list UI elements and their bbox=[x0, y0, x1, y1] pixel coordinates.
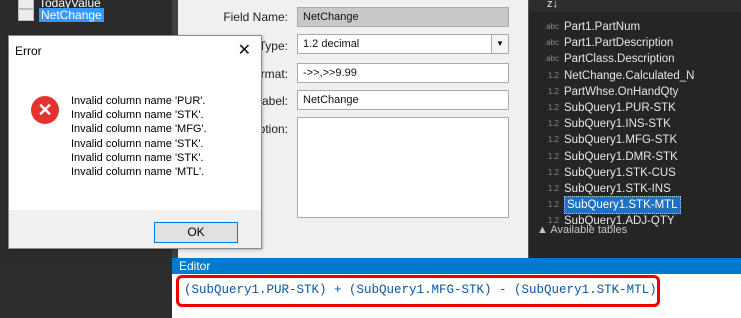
ok-button[interactable]: OK bbox=[154, 222, 238, 243]
type-select[interactable]: 1.2 decimal ▼ bbox=[297, 34, 509, 54]
column-name: SubQuery1.DMR-STK bbox=[564, 150, 678, 163]
column-item[interactable]: 1.2 SubQuery1.INS-STK bbox=[535, 116, 671, 132]
dialog-title: Error bbox=[15, 44, 42, 58]
column-item[interactable]: 1.2 SubQuery1.STK-MTL bbox=[535, 196, 681, 215]
format-input[interactable]: ->>,>>9.99 bbox=[297, 63, 509, 83]
sort-bar: z↓ bbox=[529, 0, 741, 12]
column-name: SubQuery1.MFG-STK bbox=[564, 134, 678, 147]
column-name: PartClass.Description bbox=[564, 53, 675, 66]
column-item[interactable]: 1.2 SubQuery1.DMR-STK bbox=[535, 149, 678, 165]
type-icon: 1.2 bbox=[547, 151, 559, 161]
column-item[interactable]: 1.2 NetChange.Calculated_N bbox=[535, 68, 695, 84]
type-icon: 1.2 bbox=[547, 184, 559, 193]
highlight-frame bbox=[176, 275, 660, 307]
type-icon: 1.2 bbox=[547, 135, 559, 145]
type-value: 1.2 decimal bbox=[303, 38, 360, 50]
error-line: Invalid column name 'STK'. bbox=[71, 151, 204, 164]
error-line: Invalid column name 'STK'. bbox=[71, 137, 204, 150]
available-columns-panel: z↓ abc Part1.PartNum abc Part1.PartDescript… bbox=[528, 0, 741, 258]
tree-item-label: NetChange bbox=[39, 8, 104, 22]
column-name: SubQuery1.STK-MTL bbox=[564, 196, 681, 215]
type-icon: 1.2 bbox=[547, 86, 559, 96]
column-item[interactable]: 1.2 SubQuery1.STK-CUS bbox=[535, 165, 676, 181]
column-name: Part1.PartDescription bbox=[564, 37, 674, 50]
type-icon: 1.2 bbox=[547, 103, 559, 112]
error-line: Invalid column name 'PUR'. bbox=[71, 95, 206, 107]
chevron-down-icon[interactable]: ▼ bbox=[491, 35, 508, 53]
sort-icon[interactable]: z↓ bbox=[547, 0, 558, 10]
field-name-label: Field Name: bbox=[223, 10, 288, 24]
type-icon: 1.2 bbox=[547, 167, 559, 177]
column-name: SubQuery1.PUR-STK bbox=[564, 102, 676, 114]
available-tables-header[interactable]: ▲ Available tables bbox=[537, 224, 627, 236]
column-name: PartWhse.OnHandQty bbox=[564, 85, 679, 98]
column-item[interactable]: 1.2 SubQuery1.STK-INS bbox=[535, 181, 671, 197]
label-input[interactable]: NetChange bbox=[297, 90, 509, 110]
column-name: SubQuery1.STK-INS bbox=[564, 183, 671, 195]
available-tables-label: Available tables bbox=[550, 224, 628, 236]
column-item[interactable]: 1.2 SubQuery1.PUR-STK bbox=[535, 100, 676, 116]
error-dialog: Error ✕ ✕ Invalid column name 'PUR'. Inva… bbox=[8, 35, 262, 249]
editor-header: Editor bbox=[172, 258, 741, 274]
description-textarea[interactable] bbox=[297, 117, 509, 218]
column-item[interactable]: 1.2 SubQuery1.MFG-STK bbox=[535, 132, 677, 148]
type-icon: abc bbox=[546, 54, 559, 64]
type-icon: abc bbox=[546, 22, 559, 31]
field-icon bbox=[18, 9, 34, 21]
tree-item-netchange[interactable]: NetChange bbox=[18, 8, 104, 22]
column-name: SubQuery1.STK-CUS bbox=[564, 166, 676, 179]
error-line: Invalid column name 'MTL'. bbox=[71, 166, 205, 179]
dialog-message: Invalid column name 'PUR'. Invalid column… bbox=[71, 94, 207, 179]
close-icon[interactable]: ✕ bbox=[238, 40, 251, 60]
column-item[interactable]: abc Part1.PartNum bbox=[535, 19, 640, 35]
editor-title: Editor bbox=[179, 259, 211, 273]
type-icon: 1.2 bbox=[547, 200, 559, 210]
column-item[interactable]: abc PartClass.Description bbox=[535, 51, 675, 67]
type-icon: abc bbox=[546, 38, 559, 48]
field-name-input[interactable]: NetChange bbox=[297, 7, 509, 27]
error-icon: ✕ bbox=[31, 96, 59, 124]
column-item[interactable]: abc Part1.PartDescription bbox=[535, 35, 673, 51]
type-icon: 1.2 bbox=[547, 70, 559, 80]
chevron-up-icon: ▲ bbox=[537, 224, 548, 236]
column-item[interactable]: 1.2 PartWhse.OnHandQty bbox=[535, 84, 679, 100]
column-name: Part1.PartNum bbox=[564, 21, 641, 33]
column-name: NetChange.Calculated_N bbox=[564, 69, 695, 82]
error-line: Invalid column name 'STK'. bbox=[71, 109, 204, 122]
error-line: Invalid column name 'MFG'. bbox=[71, 123, 207, 136]
column-name: SubQuery1.INS-STK bbox=[564, 118, 671, 131]
type-icon: 1.2 bbox=[547, 119, 559, 129]
type-label: Type: bbox=[258, 39, 288, 53]
